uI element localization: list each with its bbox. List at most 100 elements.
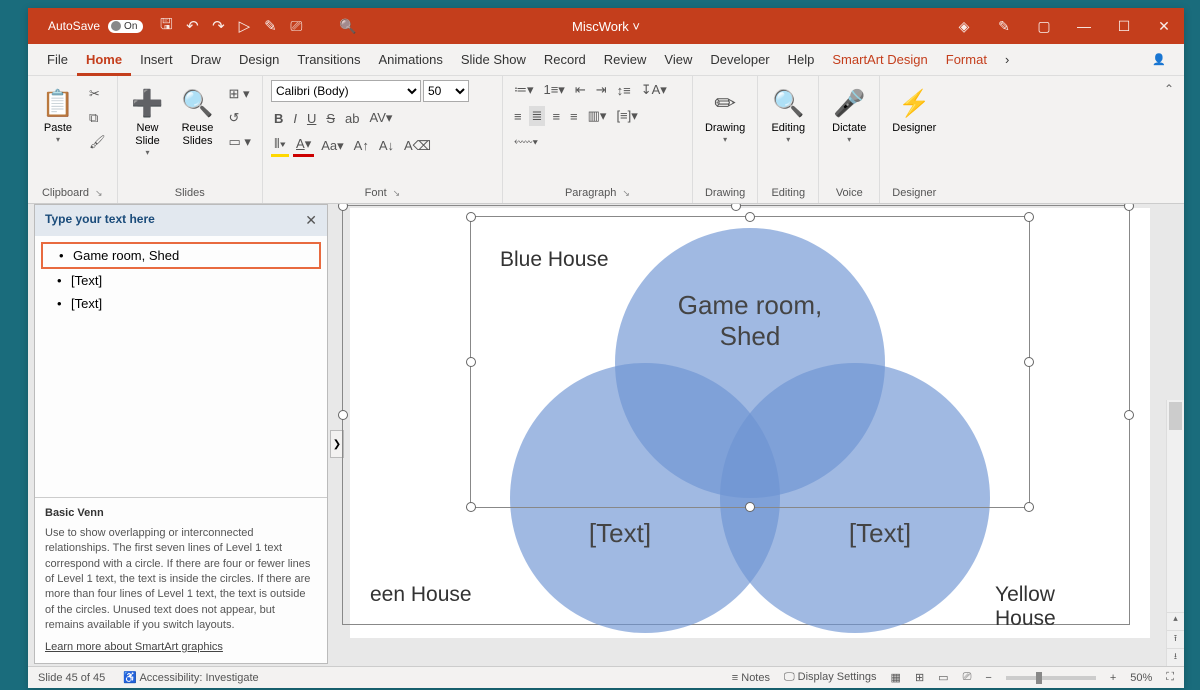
view-normal-icon[interactable]: ▦ [891,671,901,684]
editing-button[interactable]: 🔍 Editing▾ [766,80,810,148]
align-left-button[interactable]: ≡ [511,107,525,126]
undo-icon[interactable]: ↶ [179,17,205,35]
next-slide-icon[interactable]: ⭳ [1167,648,1184,666]
tab-smartart-design[interactable]: SmartArt Design [823,44,936,76]
vertical-scrollbar[interactable]: ▴ ⭱ ⭳ [1166,400,1184,666]
line-spacing-button[interactable]: ↕≡ [614,81,634,100]
paragraph-launcher-icon[interactable]: ↘ [622,188,630,198]
tab-help[interactable]: Help [779,44,824,76]
zoom-out-button[interactable]: − [985,672,991,684]
tab-home[interactable]: Home [77,44,131,76]
tab-record[interactable]: Record [535,44,595,76]
columns-button[interactable]: ▥▾ [585,106,610,126]
view-sorter-icon[interactable]: ⊞ [915,671,924,684]
convert-smartart-button[interactable]: ⬳▾ [511,132,541,152]
text-pane-item[interactable]: Game room, Shed [41,242,321,269]
minimize-icon[interactable]: — [1064,18,1104,34]
scrollbar-thumb[interactable] [1169,402,1182,430]
venn-text-right[interactable]: [Text] [780,518,980,549]
document-name[interactable]: MiscWork ˅ [572,19,640,34]
share-icon[interactable]: ▢ [1024,18,1064,35]
scroll-up-icon[interactable]: ▴ [1167,612,1184,630]
dictate-button[interactable]: 🎤 Dictate▾ [827,80,871,148]
zoom-in-button[interactable]: + [1110,672,1116,684]
change-case-button[interactable]: Aa▾ [318,136,346,156]
char-spacing-button[interactable]: AV▾ [366,108,395,128]
venn-text-left[interactable]: [Text] [520,518,720,549]
new-slide-button[interactable]: ➕ New Slide ▾ [126,80,170,161]
font-color-button[interactable]: A▾ [293,134,314,157]
reuse-slides-button[interactable]: 🔍 Reuse Slides [176,80,220,152]
tab-view[interactable]: View [655,44,701,76]
bullets-button[interactable]: ≔▾ [511,80,537,100]
clear-format-button[interactable]: A⌫ [401,136,434,156]
text-pane-item[interactable]: [Text] [41,269,321,292]
font-name-select[interactable]: Calibri (Body) [271,80,421,102]
tab-insert[interactable]: Insert [131,44,182,76]
shadow-button[interactable]: ab [342,109,362,128]
font-size-select[interactable]: 50 [423,80,469,102]
zoom-slider[interactable] [1006,676,1096,680]
tab-file[interactable]: File [38,44,77,76]
align-right-button[interactable]: ≡ [549,107,563,126]
autosave-toggle[interactable]: On [108,20,143,33]
tab-animations[interactable]: Animations [370,44,452,76]
draw-icon[interactable]: ✎ [984,18,1024,35]
share-button[interactable]: 👤 [1144,53,1174,66]
venn-diagram[interactable]: Blue House een House Yellow House Game r… [380,218,1120,638]
fit-slide-icon[interactable]: ⛶ [1166,671,1174,684]
indent-more-button[interactable]: ⇥ [593,80,610,100]
tab-transitions[interactable]: Transitions [288,44,369,76]
tab-format[interactable]: Format [937,44,996,76]
tab-design[interactable]: Design [230,44,288,76]
drawing-button[interactable]: ✏ Drawing▾ [701,80,749,148]
italic-button[interactable]: I [290,109,300,128]
slideshow-start-icon[interactable]: ▷ [231,17,257,35]
presenter-icon[interactable]: ⎚ [283,18,309,35]
close-icon[interactable]: ✕ [1144,18,1184,35]
format-painter-icon[interactable]: 🖌 [86,132,109,152]
bold-button[interactable]: B [271,109,286,128]
text-direction-button[interactable]: ↧A▾ [638,80,670,100]
reset-icon[interactable]: ↺ [226,108,254,128]
tab-draw[interactable]: Draw [182,44,230,76]
touch-icon[interactable]: ✎ [257,17,283,35]
tabs-more-icon[interactable]: › [996,44,1018,76]
designer-button[interactable]: ⚡ Designer [888,80,940,139]
slide-counter[interactable]: Slide 45 of 45 [38,672,105,684]
slide-canvas[interactable]: Type your text here ✕ Game room, Shed [T… [328,204,1154,666]
shape-selection[interactable] [470,216,1030,508]
align-center-button[interactable]: ≣ [529,106,546,126]
shrink-font-button[interactable]: A↓ [376,136,397,155]
view-reading-icon[interactable]: ▭ [938,671,948,684]
zoom-level[interactable]: 50% [1130,672,1152,684]
copy-icon[interactable]: ⧉ [86,108,109,128]
search-icon[interactable]: 🔍 [339,18,356,35]
tab-review[interactable]: Review [595,44,656,76]
text-pane-close-icon[interactable]: ✕ [305,212,317,229]
collapse-ribbon-icon[interactable]: ⌃ [1154,76,1184,203]
cut-icon[interactable]: ✂ [86,84,109,104]
premium-icon[interactable]: ◈ [944,18,984,35]
prev-slide-icon[interactable]: ⭱ [1167,630,1184,648]
view-slideshow-icon[interactable]: ⎚ [963,671,972,684]
layout-icon[interactable]: ⊞ ▾ [226,84,254,104]
underline-button[interactable]: U [304,109,319,128]
highlight-button[interactable]: ⦀▾ [271,134,289,157]
slide[interactable]: Blue House een House Yellow House Game r… [350,208,1150,638]
tab-slide-show[interactable]: Slide Show [452,44,535,76]
text-pane-item[interactable]: [Text] [41,292,321,315]
justify-button[interactable]: ≡ [567,107,581,126]
learn-more-link[interactable]: Learn more about SmartArt graphics [45,640,223,655]
grow-font-button[interactable]: A↑ [351,136,372,155]
accessibility-status[interactable]: ♿ Accessibility: Investigate [123,671,258,684]
numbering-button[interactable]: 1≡▾ [540,80,567,100]
save-icon[interactable]: 🖫 [153,14,179,39]
maximize-icon[interactable]: ☐ [1104,18,1144,35]
font-launcher-icon[interactable]: ↘ [393,188,401,198]
display-settings-button[interactable]: 🖵 Display Settings [784,671,877,684]
notes-button[interactable]: ≡ Notes [732,672,770,684]
indent-less-button[interactable]: ⇤ [572,80,589,100]
paste-button[interactable]: 📋 Paste ▾ [36,80,80,148]
strikethrough-button[interactable]: S [323,109,338,128]
